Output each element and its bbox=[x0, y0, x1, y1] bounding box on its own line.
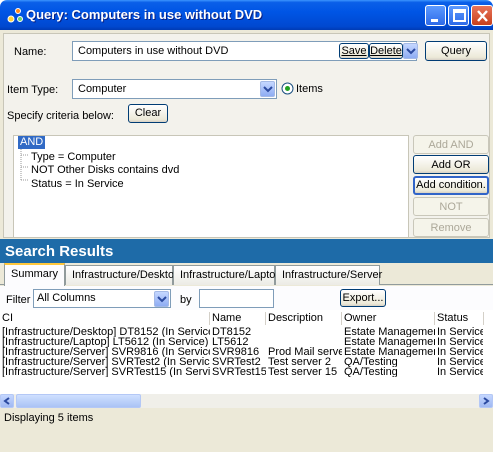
column-header-overflow bbox=[484, 312, 493, 325]
chevron-right-icon bbox=[483, 397, 490, 405]
add-condition-button[interactable]: Add condition. bbox=[413, 176, 489, 195]
export-button[interactable]: Export... bbox=[340, 289, 386, 307]
delete-button[interactable]: Delete bbox=[369, 43, 403, 59]
tab-infrastructure-laptop[interactable]: Infrastructure/Laptop bbox=[173, 265, 282, 285]
save-button[interactable]: Save bbox=[339, 43, 369, 59]
close-button[interactable] bbox=[471, 5, 493, 26]
items-radio[interactable] bbox=[281, 82, 294, 95]
table-cell[interactable]: In Service bbox=[437, 357, 483, 367]
tab-infrastructure-desktop[interactable]: Infrastructure/Desktop bbox=[65, 265, 180, 285]
tree-node-condition[interactable]: Type = Computer bbox=[31, 151, 116, 163]
minimize-button[interactable] bbox=[425, 5, 446, 26]
tree-node-condition[interactable]: NOT Other Disks contains dvd bbox=[31, 164, 179, 176]
table-cell[interactable]: SVRTest2 bbox=[212, 357, 266, 367]
minimize-icon bbox=[431, 19, 438, 22]
scroll-left-button[interactable] bbox=[0, 394, 14, 408]
tab-summary[interactable]: Summary bbox=[4, 263, 65, 286]
table-cell[interactable]: QA/Testing bbox=[344, 367, 435, 377]
add-and-button[interactable]: Add AND bbox=[413, 135, 489, 154]
scroll-right-button[interactable] bbox=[479, 394, 493, 408]
remove-button[interactable]: Remove bbox=[413, 218, 489, 237]
table-cell[interactable]: Test server 15 bbox=[268, 367, 342, 377]
by-label: by bbox=[180, 294, 192, 306]
tree-node-condition[interactable]: Status = In Service bbox=[31, 178, 124, 190]
item-type-dropdown-button[interactable] bbox=[260, 81, 275, 97]
query-button[interactable]: Query bbox=[425, 41, 487, 61]
table-cell[interactable]: Estate Management bbox=[344, 337, 435, 347]
column-header-status[interactable]: Status bbox=[435, 312, 484, 325]
column-header-owner[interactable]: Owner bbox=[342, 312, 435, 325]
clear-button[interactable]: Clear bbox=[128, 104, 168, 123]
not-button[interactable]: NOT bbox=[413, 197, 489, 216]
table-cell[interactable]: In Service bbox=[437, 337, 483, 347]
table-cell[interactable]: [Infrastructure/Server] SVRTest15 (In Se… bbox=[2, 367, 210, 377]
filter-dropdown-button[interactable] bbox=[154, 291, 169, 307]
table-cell[interactable]: Estate Management bbox=[344, 347, 435, 357]
table-cell[interactable]: In Service bbox=[437, 347, 483, 357]
table-cell[interactable]: SVR9816 bbox=[212, 347, 266, 357]
specify-criteria-label: Specify criteria below: bbox=[7, 110, 114, 122]
close-icon bbox=[477, 10, 488, 22]
column-header-name[interactable]: Name bbox=[210, 312, 266, 325]
name-label: Name: bbox=[14, 46, 47, 58]
table-cell[interactable]: [Infrastructure/Laptop] LT5612 (In Servi… bbox=[2, 337, 210, 347]
item-type-select[interactable]: Computer bbox=[72, 79, 277, 99]
saved-queries-dropdown[interactable] bbox=[403, 43, 418, 59]
table-cell[interactable]: SVRTest15 bbox=[212, 367, 266, 377]
item-type-label: Item Type: bbox=[7, 84, 59, 96]
table-cell[interactable]: DT8152 bbox=[212, 327, 266, 337]
chevron-left-icon bbox=[3, 397, 10, 405]
table-cell[interactable]: LT5612 bbox=[212, 337, 266, 347]
items-radio-label: Items bbox=[296, 83, 323, 95]
tab-infrastructure-server[interactable]: Infrastructure/Server bbox=[275, 265, 382, 285]
chevron-down-icon bbox=[157, 296, 167, 303]
chevron-down-icon bbox=[406, 48, 416, 55]
table-cell[interactable]: In Service bbox=[437, 367, 483, 377]
filter-column-select[interactable]: All Columns bbox=[33, 289, 171, 308]
window-title: Query: Computers in use without DVD bbox=[26, 7, 263, 22]
table-cell[interactable]: In Service bbox=[437, 327, 483, 337]
filter-label: Filter bbox=[6, 294, 31, 306]
query-app-icon bbox=[7, 8, 23, 23]
maximize-icon bbox=[453, 9, 466, 22]
column-header-ci[interactable]: CI bbox=[0, 312, 210, 325]
table-cell[interactable]: QA/Testing bbox=[344, 357, 435, 367]
table-cell[interactable]: [Infrastructure/Desktop] DT8152 (In Serv… bbox=[2, 327, 210, 337]
table-cell[interactable]: [Infrastructure/Server] SVRTest2 (In Ser… bbox=[2, 357, 210, 367]
chevron-down-icon bbox=[263, 86, 273, 93]
search-results-title: Search Results bbox=[5, 243, 114, 260]
add-or-button[interactable]: Add OR bbox=[413, 155, 489, 174]
status-text: Displaying 5 items bbox=[4, 412, 94, 424]
table-cell[interactable]: Estate Management bbox=[344, 327, 435, 337]
maximize-button[interactable] bbox=[448, 5, 469, 26]
table-cell[interactable]: [Infrastructure/Server] SVR9816 (In Serv… bbox=[2, 347, 210, 357]
scrollbar-thumb[interactable] bbox=[16, 394, 141, 408]
table-cell[interactable]: Prod Mail server bbox=[268, 347, 342, 357]
table-cell[interactable]: Test server 2 bbox=[268, 357, 342, 367]
filter-text-input[interactable] bbox=[199, 289, 274, 308]
tree-node-and[interactable]: AND bbox=[18, 136, 46, 149]
column-header-description[interactable]: Description bbox=[266, 312, 342, 325]
